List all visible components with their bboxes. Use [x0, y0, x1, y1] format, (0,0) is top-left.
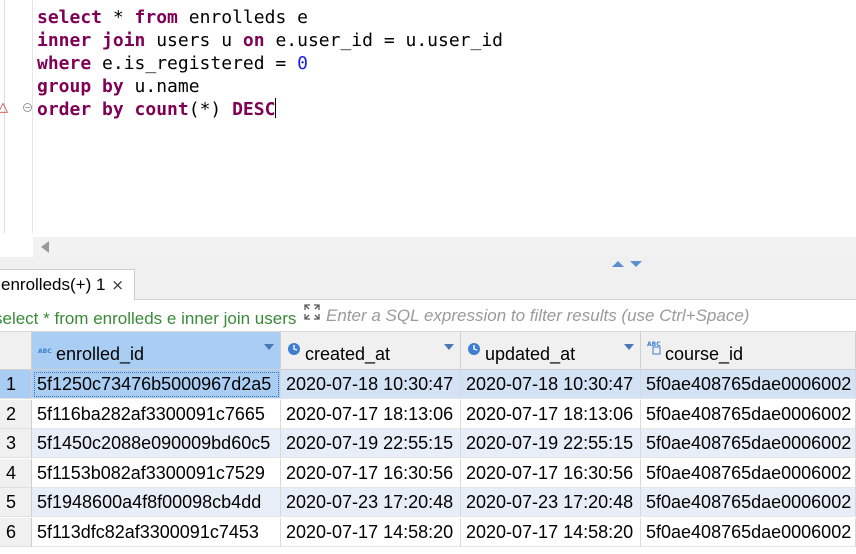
grid-header-row: ABC enrolled_id created_at updated_at ABC cou…: [0, 332, 856, 370]
column-header-label: enrolled_id: [56, 344, 145, 364]
table-cell-created-at[interactable]: 2020-07-17 16:30:56: [281, 458, 461, 488]
fold-toggle-icon[interactable]: −: [23, 103, 32, 112]
sql-keyword: count: [134, 99, 189, 120]
table-cell-enrolled-id[interactable]: 5f1153b082af3300091c7529: [32, 458, 281, 488]
table-cell-course-id[interactable]: 5f0ae408765dae0006002: [641, 517, 856, 547]
results-grid: ABC enrolled_id created_at updated_at ABC cou…: [0, 332, 856, 554]
sql-text: users u: [145, 30, 243, 51]
table-row[interactable]: 5 5f1948600a4f8f00098cb4dd 2020-07-23 17:2…: [0, 488, 856, 517]
row-number[interactable]: 6: [0, 517, 32, 547]
table-cell-course-id[interactable]: 5f0ae408765dae0006002: [641, 488, 856, 517]
table-cell-updated-at[interactable]: 2020-07-17 14:58:20: [461, 517, 641, 547]
text-caret: [275, 98, 277, 118]
row-number[interactable]: 3: [0, 429, 32, 458]
table-cell-updated-at[interactable]: 2020-07-17 18:13:06: [461, 399, 641, 429]
sql-keyword: order by: [37, 99, 124, 120]
result-tabbar: enrolleds(+) 1 ×: [0, 269, 856, 300]
sql-keyword: inner join: [37, 30, 146, 51]
table-cell-updated-at[interactable]: 2020-07-17 16:30:56: [461, 458, 641, 488]
row-number[interactable]: 2: [0, 399, 32, 429]
table-cell-updated-at[interactable]: 2020-07-23 17:20:48: [461, 488, 641, 517]
sql-line[interactable]: where e.is_registered = 0: [37, 52, 503, 75]
table-cell-created-at[interactable]: 2020-07-23 17:20:48: [281, 488, 461, 517]
table-cell-created-at[interactable]: 2020-07-19 22:55:15: [281, 429, 461, 458]
sql-line[interactable]: order by count(*) DESC: [37, 98, 503, 121]
sort-dropdown-icon[interactable]: [264, 344, 274, 350]
table-cell-updated-at[interactable]: 2020-07-19 22:55:15: [461, 429, 641, 458]
sql-line[interactable]: group by u.name: [37, 75, 503, 98]
editor-gutter: △ −: [0, 0, 33, 233]
filter-bar: select * from enrolleds e inner join use…: [0, 300, 856, 332]
sql-keyword: group by: [37, 76, 124, 97]
table-row[interactable]: 1 5f1250c73476b5000967d2a5 2020-07-18 10:3…: [0, 370, 856, 399]
column-header-label: course_id: [665, 344, 744, 364]
abc-key-icon: ABC: [647, 340, 665, 361]
table-cell-course-id[interactable]: 5f0ae408765dae0006002: [641, 370, 856, 399]
column-header-course-id[interactable]: ABC course_id: [641, 332, 856, 370]
sql-text: enrolleds e: [177, 7, 308, 28]
column-header-created-at[interactable]: created_at: [281, 332, 461, 370]
table-cell-course-id[interactable]: 5f0ae408765dae0006002: [641, 399, 856, 429]
active-query-text[interactable]: select * from enrolleds e inner join use…: [0, 309, 298, 329]
warning-marker-icon[interactable]: △: [0, 100, 8, 113]
table-cell-created-at[interactable]: 2020-07-17 14:58:20: [281, 517, 461, 547]
sql-code[interactable]: select * from enrolleds e inner join user…: [37, 6, 503, 121]
sql-keyword: from: [134, 7, 178, 28]
column-header-label: updated_at: [485, 344, 576, 364]
table-cell-enrolled-id[interactable]: 5f116ba282af3300091c7665: [32, 399, 281, 429]
row-number[interactable]: 5: [0, 488, 32, 517]
table-row[interactable]: 6 5f113dfc82af3300091c7453 2020-07-17 14:5…: [0, 517, 856, 547]
sql-number: 0: [297, 53, 308, 74]
sql-keyword: where: [37, 53, 92, 74]
gutter-ruler: [4, 0, 5, 233]
sql-text: (*): [188, 99, 233, 120]
editor-horizontal-scrollbar[interactable]: [33, 237, 856, 257]
table-cell-course-id[interactable]: 5f0ae408765dae0006002: [641, 458, 856, 488]
sql-line[interactable]: select * from enrolleds e: [37, 6, 503, 29]
clock-icon: [467, 340, 481, 361]
row-number-header[interactable]: [0, 332, 32, 370]
panel-splitter[interactable]: [0, 257, 856, 269]
sort-dropdown-icon[interactable]: [444, 344, 454, 350]
sql-keyword: on: [242, 30, 265, 51]
row-number[interactable]: 4: [0, 458, 32, 488]
table-cell-course-id[interactable]: 5f0ae408765dae0006002: [641, 429, 856, 458]
table-cell-enrolled-id[interactable]: 5f1948600a4f8f00098cb4dd: [32, 488, 281, 517]
row-number[interactable]: 1: [0, 370, 32, 399]
splitter-grip-icon[interactable]: [612, 259, 648, 267]
expand-arrows-icon[interactable]: [303, 303, 321, 321]
sql-line[interactable]: inner join users u on e.user_id = u.user…: [37, 29, 503, 52]
sort-dropdown-icon[interactable]: [624, 344, 634, 350]
column-header-updated-at[interactable]: updated_at: [461, 332, 641, 370]
table-cell-created-at[interactable]: 2020-07-17 18:13:06: [281, 399, 461, 429]
table-cell-created-at[interactable]: 2020-07-18 10:30:47: [281, 370, 461, 399]
sql-text: u.name: [123, 76, 200, 97]
table-row[interactable]: 2 5f116ba282af3300091c7665 2020-07-17 18:1…: [0, 399, 856, 429]
table-row[interactable]: 4 5f1153b082af3300091c7529 2020-07-17 16:3…: [0, 458, 856, 488]
column-header-enrolled-id[interactable]: ABC enrolled_id: [32, 332, 281, 370]
sql-editor[interactable]: △ − select * from enrolleds e inner join …: [0, 0, 856, 237]
svg-text:ABC: ABC: [38, 348, 52, 355]
column-header-label: created_at: [305, 344, 391, 364]
table-cell-enrolled-id[interactable]: 5f1250c73476b5000967d2a5: [32, 370, 281, 399]
sql-keyword: DESC: [232, 99, 276, 120]
tab-result-enrolleds[interactable]: enrolleds(+) 1 ×: [0, 269, 135, 300]
clock-icon: [287, 340, 301, 361]
sql-keyword: select: [37, 7, 103, 28]
table-cell-updated-at[interactable]: 2020-07-18 10:30:47: [461, 370, 641, 399]
table-row[interactable]: 3 5f1450c2088e090009bd60c5 2020-07-19 22:5…: [0, 429, 856, 458]
abc-text-icon: ABC: [38, 340, 56, 361]
sql-text: e.user_id = u.user_id: [264, 30, 504, 51]
sql-text: e.is_registered =: [91, 53, 298, 74]
table-cell-enrolled-id[interactable]: 5f113dfc82af3300091c7453: [32, 517, 281, 547]
table-cell-enrolled-id[interactable]: 5f1450c2088e090009bd60c5: [32, 429, 281, 458]
scroll-left-icon[interactable]: [41, 241, 49, 253]
tab-label: enrolleds(+) 1: [1, 275, 106, 294]
sql-text: *: [102, 7, 135, 28]
close-icon[interactable]: ×: [111, 276, 124, 294]
filter-input[interactable]: [326, 305, 846, 327]
